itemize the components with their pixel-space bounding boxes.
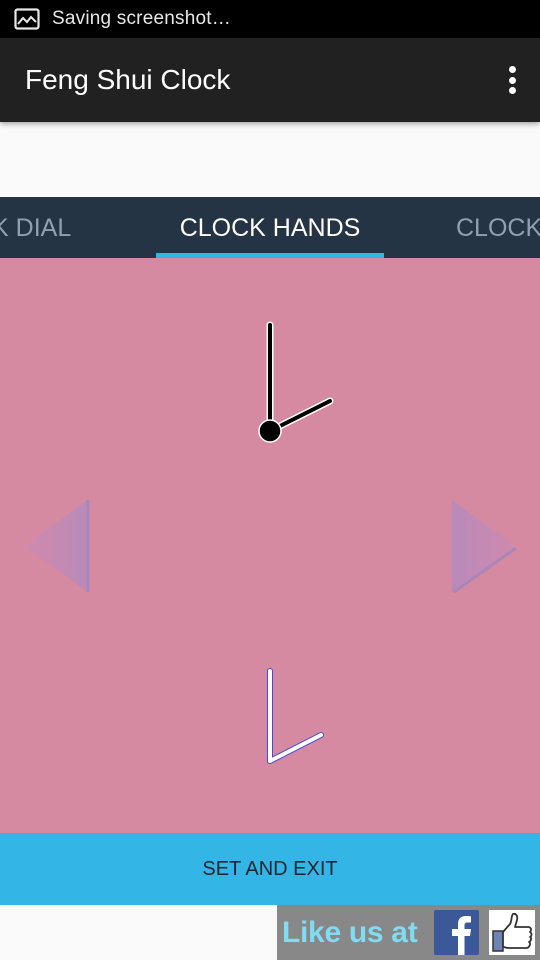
content-spacer (0, 122, 540, 197)
set-and-exit-label: SET AND EXIT (202, 857, 338, 880)
tab-clock-dial[interactable]: CK DIAL (0, 197, 71, 258)
white-hands-option[interactable] (267, 668, 324, 764)
facebook-icon (434, 910, 479, 955)
more-vert-icon[interactable] (506, 66, 518, 94)
facebook-like-banner[interactable]: Like us at (277, 905, 540, 960)
hour-hand (268, 733, 323, 763)
tab-clock[interactable]: CLOCK (456, 197, 540, 258)
black-hands-option[interactable] (258, 321, 334, 443)
center-dot (258, 419, 282, 443)
image-icon (14, 8, 40, 30)
overflow-dot (508, 87, 516, 94)
action-bar: Feng Shui Clock (0, 38, 540, 122)
tab-strip: CK DIAL CLOCK HANDS CLOCK (0, 197, 540, 258)
status-bar: Saving screenshot… (0, 0, 540, 38)
overflow-dot (508, 76, 516, 84)
tab-clock-hands[interactable]: CLOCK HANDS (156, 197, 384, 258)
arrow-right-triangle-icon[interactable] (452, 500, 517, 594)
thumbs-up-icon (489, 910, 535, 955)
app-title: Feng Shui Clock (25, 64, 231, 95)
clock-hands-preview[interactable] (0, 258, 540, 833)
like-us-text: Like us at (282, 915, 418, 949)
overflow-dot (508, 66, 516, 73)
status-notification-text: Saving screenshot… (52, 8, 231, 29)
arrow-left-triangle-icon[interactable] (24, 500, 90, 592)
clock-preview-canvas (24, 321, 517, 764)
set-and-exit-button[interactable]: SET AND EXIT (0, 833, 540, 905)
